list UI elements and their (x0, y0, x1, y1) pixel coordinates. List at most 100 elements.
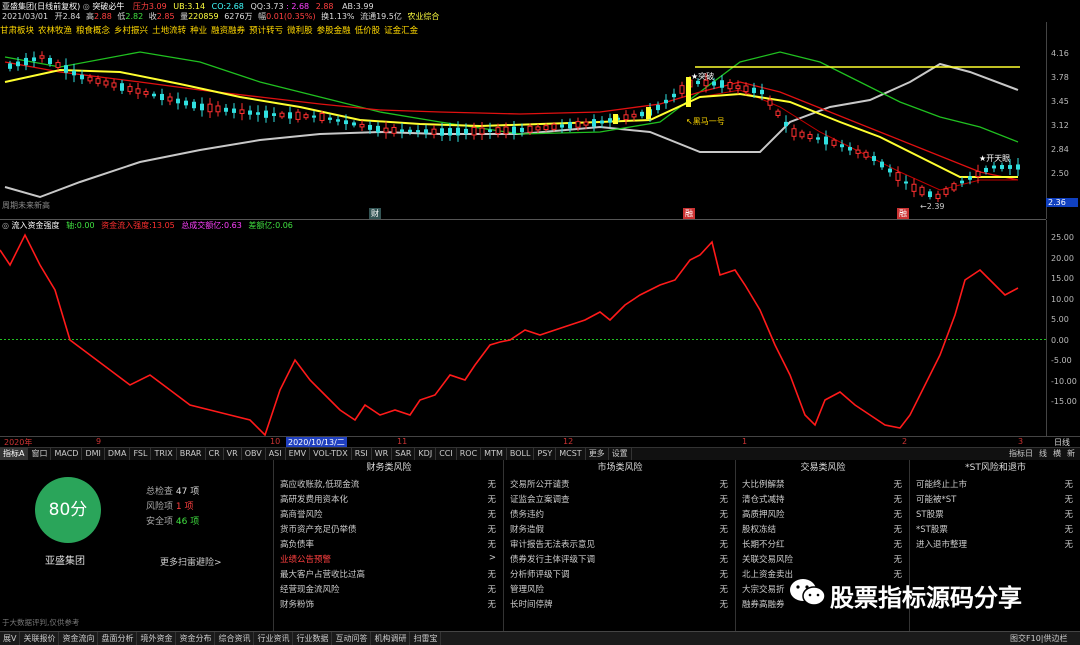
bottom-tab[interactable]: 扫雷宝 (410, 632, 442, 645)
risk-item[interactable]: 关联交易风险 无 (742, 553, 902, 566)
fund-flow-chart[interactable] (0, 230, 1046, 436)
open-value: 2.84 (62, 12, 81, 21)
indicator-tab[interactable]: VOL-TDX (310, 448, 352, 460)
risk-item[interactable]: 分析师评级下调 无 (510, 568, 728, 581)
candle (935, 190, 941, 203)
date-m2: 2 (902, 437, 908, 446)
indicator-tab[interactable]: OBV (242, 448, 266, 460)
score-circle[interactable]: 80分 (35, 477, 101, 543)
risk-item[interactable]: 业绩公告预警 > (280, 553, 496, 566)
indicator-tab[interactable]: PSY (534, 448, 557, 460)
bottom-tab[interactable]: 机构调研 (371, 632, 411, 645)
yellow-ma-line (4, 68, 1018, 178)
settings-icon[interactable]: ◎ (2, 221, 12, 230)
margin-mark[interactable]: 融 (683, 208, 695, 219)
indicator-tab[interactable]: BOLL (507, 448, 535, 460)
check-label: 总检查 (146, 487, 174, 497)
indicator-tab[interactable]: ASI (266, 448, 286, 460)
indicator-tab[interactable]: MACD (51, 448, 83, 460)
indicator-tab[interactable]: BRAR (177, 448, 206, 460)
indicator-tab[interactable]: CCI (436, 448, 457, 460)
bottom-tab[interactable]: 互动问答 (332, 632, 372, 645)
risk-item-status: 无 (1064, 540, 1073, 550)
risk-item[interactable]: 经营现金流风险 无 (280, 583, 496, 596)
candle (80, 69, 84, 85)
risk-item[interactable]: 审计报告无法表示意见 无 (510, 538, 728, 551)
indicator-tab[interactable]: DMI (82, 448, 105, 460)
candle (239, 103, 245, 121)
indicator-tab[interactable]: ROC (457, 448, 482, 460)
risk-item[interactable]: 高负债率 无 (280, 538, 496, 551)
risk-item[interactable]: 货币资产充足仍举债 无 (280, 523, 496, 536)
indicator-tab[interactable]: TRIX (151, 448, 177, 460)
risk-item[interactable]: 长时间停牌 无 (510, 598, 728, 611)
indicator-tab[interactable]: 更多 (586, 448, 609, 460)
bottom-tab[interactable]: 展V (0, 632, 21, 645)
risk-item[interactable]: 债券发行主体评级下调 无 (510, 553, 728, 566)
finance-mark[interactable]: 财 (369, 208, 381, 219)
risk-item[interactable]: ST股票 无 (916, 508, 1073, 521)
candle (303, 112, 309, 120)
bottom-tab[interactable]: 境外资金 (137, 632, 177, 645)
bottom-tab[interactable]: 行业数据 (293, 632, 333, 645)
risk-item[interactable]: 高商誉风险 无 (280, 508, 496, 521)
sub-indicator-name[interactable]: 流入资金强度 (12, 221, 60, 230)
indicator-tab[interactable]: SAR (392, 448, 416, 460)
risk-item[interactable]: 交易所公开谴责 无 (510, 478, 728, 491)
indicator-tab[interactable]: FSL (130, 448, 152, 460)
indicator-tab[interactable]: RSI (352, 448, 372, 460)
candle (72, 63, 76, 83)
indicator-tab[interactable]: MCST (556, 448, 586, 460)
risk-item[interactable]: 大比例解禁 无 (742, 478, 902, 491)
risk-item[interactable]: 长期不分红 无 (742, 538, 902, 551)
risk-item[interactable]: 进入退市整理 无 (916, 538, 1073, 551)
risk-item-status: 无 (487, 510, 496, 520)
risk-item[interactable]: 高研发费用资本化 无 (280, 493, 496, 506)
bottom-tab[interactable]: 资金分布 (176, 632, 216, 645)
settings-icon[interactable]: ◎ (83, 2, 90, 11)
f10-link[interactable]: 图交F10|供边栏 (1010, 633, 1067, 644)
bottom-tab[interactable]: 行业资讯 (254, 632, 294, 645)
kaitian-label: ★开天眼 (979, 154, 1011, 163)
tab-option[interactable]: 新 (1064, 448, 1078, 460)
industry[interactable]: 农业综合 (407, 12, 439, 21)
candlestick-chart[interactable] (0, 22, 1046, 219)
risk-item[interactable]: 高质押风险 无 (742, 508, 902, 521)
indicator-tab[interactable]: CR (206, 448, 224, 460)
tab-option[interactable]: 横 (1050, 448, 1064, 460)
fund-label: 资金流入强度: (101, 221, 152, 230)
risk-item[interactable]: 管理风险 无 (510, 583, 728, 596)
risk-item[interactable]: 最大客户占营收比过高 无 (280, 568, 496, 581)
quote-header: 亚盛集团(日线前复权) ◎ 突破必牛 压力3.09 UB:3.14 CO:2.6… (0, 0, 1080, 22)
risk-item[interactable]: 证监会立案调查 无 (510, 493, 728, 506)
risk-item[interactable]: 股权冻结 无 (742, 523, 902, 536)
margin-mark-2[interactable]: 融 (897, 208, 909, 219)
indicator-tab[interactable]: WR (372, 448, 393, 460)
indicator-tab[interactable]: 窗口 (28, 448, 52, 460)
risk-item[interactable]: 清仓式减持 无 (742, 493, 902, 506)
indicator-tab[interactable]: EMV (286, 448, 311, 460)
candle (431, 125, 437, 139)
indicator-tab[interactable]: VR (224, 448, 242, 460)
indicator-tab[interactable]: 设置 (609, 448, 632, 460)
bottom-tab[interactable]: 关联报价 (20, 632, 60, 645)
risk-item[interactable]: 高应收账款,低现金流 无 (280, 478, 496, 491)
more-scan-link[interactable]: 更多扫雷避险> (160, 555, 222, 568)
indicator-name[interactable]: 突破必牛 (92, 2, 124, 11)
risk-item[interactable]: 财务造假 无 (510, 523, 728, 536)
indicator-tab[interactable]: KDJ (415, 448, 437, 460)
indicator-tab[interactable]: DMA (105, 448, 131, 460)
bottom-tab[interactable]: 综合资讯 (215, 632, 255, 645)
indicator-tab[interactable]: MTM (481, 448, 507, 460)
tab-option[interactable]: 指标日 (1006, 448, 1036, 460)
bottom-tab[interactable]: 盘面分析 (98, 632, 138, 645)
risk-item[interactable]: 财务粉饰 无 (280, 598, 496, 611)
indicator-tab[interactable]: 指标A (0, 448, 29, 460)
tab-option[interactable]: 线 (1036, 448, 1050, 460)
risk-item[interactable]: 债务违约 无 (510, 508, 728, 521)
stock-title[interactable]: 亚盛集团(日线前复权) (2, 2, 80, 11)
risk-item[interactable]: 可能终止上市 无 (916, 478, 1073, 491)
risk-item[interactable]: *ST股票 无 (916, 523, 1073, 536)
risk-item[interactable]: 可能被*ST 无 (916, 493, 1073, 506)
bottom-tab[interactable]: 资金流向 (59, 632, 99, 645)
